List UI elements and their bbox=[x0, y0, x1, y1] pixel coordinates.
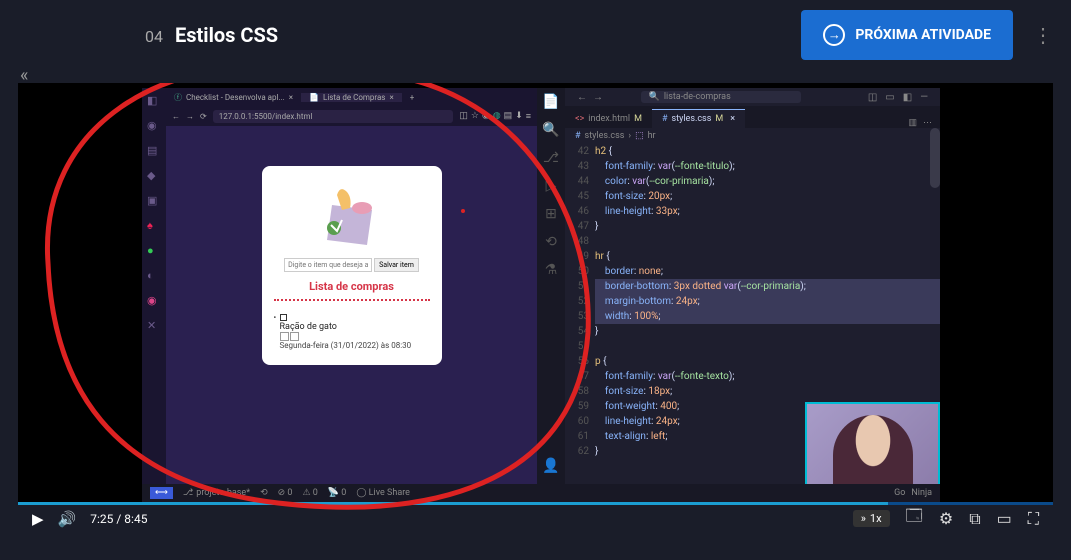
browser-tab-active[interactable]: 📄Lista de Compras× bbox=[301, 93, 402, 102]
browser-tab[interactable]: ⓕChecklist - Desenvolva apl...× bbox=[166, 92, 301, 103]
more-menu-icon[interactable]: ⋮ bbox=[1033, 23, 1051, 47]
arrow-right-icon: → bbox=[823, 24, 845, 46]
vscode-statusbar: ⟷ ⎇ projeto-base* ⟲ ⊘ 0 ⚠ 0 📡 0 ◯ Live S… bbox=[142, 484, 940, 502]
ext-icon[interactable]: ◫ bbox=[459, 111, 468, 122]
editor-tab-active[interactable]: #styles.cssM× bbox=[652, 109, 745, 128]
item-input[interactable] bbox=[284, 258, 372, 272]
more-icon[interactable]: ⋯ bbox=[923, 118, 932, 128]
theater-icon[interactable]: ▭ bbox=[997, 509, 1012, 528]
test-icon[interactable]: ⚗ bbox=[545, 262, 558, 278]
editor-tabs: <>index.htmlM #styles.cssM× ▥ ⋯ bbox=[565, 106, 940, 128]
edit-icon[interactable] bbox=[280, 332, 289, 341]
forward-icon[interactable]: → bbox=[593, 92, 603, 103]
item-controls bbox=[280, 332, 430, 341]
debug-icon[interactable]: ▷ bbox=[546, 178, 557, 194]
errors[interactable]: ⊘ 0 bbox=[278, 488, 293, 498]
ff-icon[interactable]: ◉ bbox=[147, 119, 161, 133]
ff-icon[interactable]: ◆ bbox=[147, 169, 161, 183]
ext-icon[interactable]: ☆ bbox=[471, 111, 479, 122]
ff-icon[interactable]: ◧ bbox=[147, 94, 161, 108]
play-button[interactable]: ▶ bbox=[32, 510, 44, 528]
ff-icon[interactable]: ▣ bbox=[147, 194, 161, 208]
video-player[interactable]: ◧ ◉ ▤ ◆ ▣ ♠ ● ◐ ◉ ✕ ⓕChecklist - Desenvo… bbox=[18, 83, 1053, 532]
card-divider bbox=[274, 299, 430, 301]
shopping-card: Salvar item Lista de compras • Ração de … bbox=[262, 166, 442, 365]
ff-icon[interactable]: ● bbox=[147, 244, 161, 258]
line-gutter: 4243444546474849505152535455565758596061… bbox=[565, 144, 595, 502]
layout-icon[interactable]: ◧ bbox=[903, 92, 912, 103]
ff-icon[interactable]: ◐ bbox=[147, 269, 161, 283]
volume-icon[interactable]: 🔊 bbox=[58, 510, 77, 528]
sync-icon[interactable]: ⟲ bbox=[260, 488, 268, 498]
save-item-button[interactable]: Salvar item bbox=[374, 258, 419, 272]
captions-icon[interactable]: 🗔 bbox=[906, 505, 923, 532]
browser-window: ◧ ◉ ▤ ◆ ▣ ♠ ● ◐ ◉ ✕ ⓕChecklist - Desenvo… bbox=[142, 88, 537, 502]
ext-icon[interactable]: ▤ bbox=[504, 111, 513, 122]
ext-icon[interactable]: ⊞ bbox=[545, 206, 557, 222]
split-icon[interactable]: ▥ bbox=[908, 118, 917, 128]
breadcrumb[interactable]: #styles.css›⬚hr bbox=[565, 128, 940, 144]
ff-icon[interactable]: ✕ bbox=[147, 319, 161, 333]
ext-icon[interactable]: ◍ bbox=[493, 111, 501, 122]
checkbox[interactable] bbox=[280, 314, 287, 321]
search-icon[interactable]: 🔍 bbox=[542, 122, 559, 138]
speed-button[interactable]: »1x bbox=[853, 510, 890, 527]
next-activity-button[interactable]: → PRÓXIMA ATIVIDADE bbox=[801, 10, 1013, 60]
delete-icon[interactable] bbox=[290, 332, 299, 341]
ext-icon[interactable]: ⬇ bbox=[515, 111, 523, 122]
editor-tab[interactable]: <>index.htmlM bbox=[565, 110, 652, 128]
layout-icon[interactable]: ◫ bbox=[868, 92, 877, 103]
back-icon[interactable]: ← bbox=[172, 112, 180, 121]
scrollbar[interactable] bbox=[930, 128, 940, 188]
ff-icon[interactable]: ♠ bbox=[147, 219, 161, 233]
item-name: Ração de gato bbox=[280, 322, 430, 332]
title-bar: ← → 🔍lista-de-compras ◫ ▭ ◧ — bbox=[565, 88, 940, 106]
next-label: PRÓXIMA ATIVIDADE bbox=[855, 27, 991, 43]
ff-icon[interactable]: ▤ bbox=[147, 144, 161, 158]
forward-icon[interactable]: → bbox=[186, 112, 194, 121]
search-icon: 🔍 bbox=[649, 92, 660, 102]
layout-icon[interactable]: ▭ bbox=[885, 92, 894, 103]
ext-icon[interactable]: ◉ bbox=[482, 111, 490, 122]
lesson-name: Estilos CSS bbox=[175, 23, 278, 47]
account-icon[interactable]: 👤 bbox=[542, 458, 559, 474]
lesson-title: 04 Estilos CSS bbox=[145, 23, 278, 47]
scm-icon[interactable]: ⎇ bbox=[543, 150, 559, 166]
address-bar[interactable]: 127.0.0.1:5500/index.html bbox=[213, 110, 454, 123]
back-icon[interactable]: ← bbox=[577, 92, 587, 103]
live-share[interactable]: ◯ Live Share bbox=[356, 488, 410, 498]
gear-icon[interactable]: ⚙ bbox=[939, 509, 953, 528]
remote-icon[interactable]: ⟲ bbox=[545, 234, 557, 250]
lesson-number: 04 bbox=[145, 27, 163, 46]
ff-icon[interactable]: ◉ bbox=[147, 294, 161, 308]
reload-icon[interactable]: ⟳ bbox=[200, 112, 207, 121]
pip-icon[interactable]: ⧉ bbox=[969, 509, 980, 529]
progress-bar[interactable] bbox=[18, 502, 888, 505]
vscode-window: 📄 🔍 ⎇ ▷ ⊞ ⟲ ⚗ 👤 ⚙ ← → 🔍lista-de-compras ◫… bbox=[537, 88, 940, 502]
new-tab-button[interactable]: + bbox=[402, 93, 423, 102]
bag-illustration bbox=[312, 180, 392, 250]
page-viewport: Salvar item Lista de compras • Ração de … bbox=[166, 126, 537, 502]
browser-tabs: ⓕChecklist - Desenvolva apl...× 📄Lista d… bbox=[166, 88, 537, 106]
ports[interactable]: 📡 0 bbox=[328, 488, 347, 498]
minimize-icon[interactable]: — bbox=[920, 92, 928, 103]
activity-bar: 📄 🔍 ⎇ ▷ ⊞ ⟲ ⚗ 👤 ⚙ bbox=[537, 88, 565, 502]
item-date: Segunda-feira (31/01/2022) às 08:30 bbox=[280, 341, 430, 351]
firefox-sidebar: ◧ ◉ ▤ ◆ ▣ ♠ ● ◐ ◉ ✕ bbox=[142, 88, 166, 502]
warnings[interactable]: ⚠ 0 bbox=[302, 488, 317, 498]
video-controls: ▶ 🔊 7:25 / 8:45 »1x 🗔 ⚙ ⧉ ▭ ⛶ bbox=[18, 502, 1053, 532]
ext-icon[interactable]: ≡ bbox=[526, 111, 531, 122]
remote-indicator[interactable]: ⟷ bbox=[150, 487, 173, 499]
explorer-icon[interactable]: 📄 bbox=[542, 94, 559, 110]
git-branch[interactable]: ⎇ projeto-base* bbox=[183, 488, 250, 498]
fullscreen-icon[interactable]: ⛶ bbox=[1028, 509, 1039, 529]
command-center[interactable]: 🔍lista-de-compras bbox=[641, 91, 801, 103]
time-display: 7:25 / 8:45 bbox=[90, 512, 147, 526]
address-bar-row: ← → ⟳ 127.0.0.1:5500/index.html ◫☆◉◍▤⬇≡ bbox=[166, 106, 537, 126]
close-icon[interactable]: × bbox=[730, 114, 735, 124]
card-heading: Lista de compras bbox=[274, 280, 430, 293]
